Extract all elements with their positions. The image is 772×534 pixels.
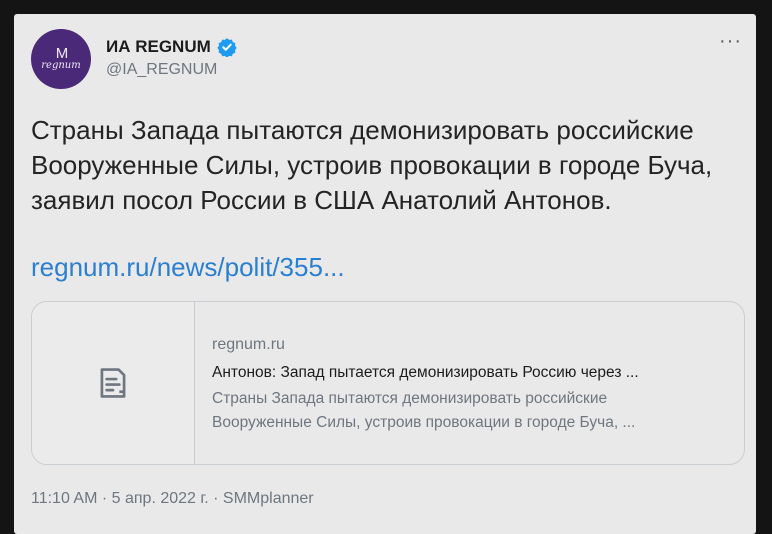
meta-separator: · bbox=[208, 490, 223, 507]
author-handle[interactable]: @IA_REGNUM bbox=[106, 61, 217, 79]
document-icon bbox=[100, 368, 126, 398]
tweet-metadata: 11:10 AM · 5 апр. 2022 г. · SMMplanner bbox=[31, 490, 314, 508]
link-preview-description-line-1: Страны Запада пытаются демонизировать ро… bbox=[212, 390, 608, 407]
regnum-logo-mark: M bbox=[55, 44, 68, 62]
tweet-date[interactable]: 5 апр. 2022 г. bbox=[112, 490, 209, 507]
tweet-link[interactable]: regnum.ru/news/polit/355... bbox=[31, 250, 345, 285]
regnum-logo-text: regnum bbox=[41, 59, 81, 71]
meta-separator: · bbox=[97, 490, 112, 507]
link-preview-description-line-2: Вооруженные Силы, устроив провокации в г… bbox=[212, 414, 636, 431]
link-preview-description: Страны Запада пытаются демонизировать ро… bbox=[212, 387, 732, 435]
tweet-card: M regnum ИА REGNUM @IA_REGNUM ··· Страны… bbox=[14, 14, 756, 534]
link-preview-thumbnail bbox=[32, 302, 195, 464]
more-options-icon[interactable]: ··· bbox=[719, 30, 742, 53]
author-name-row: ИА REGNUM bbox=[106, 37, 237, 57]
source-app[interactable]: SMMplanner bbox=[223, 490, 314, 507]
verified-badge-icon bbox=[217, 38, 237, 57]
link-preview-card[interactable]: regnum.ru Антонов: Запад пытается демони… bbox=[31, 301, 745, 465]
link-preview-domain: regnum.ru bbox=[212, 336, 285, 353]
avatar[interactable]: M regnum bbox=[31, 29, 91, 89]
tweet-time[interactable]: 11:10 AM bbox=[31, 490, 97, 507]
link-preview-title: Антонов: Запад пытается демонизировать Р… bbox=[212, 364, 639, 381]
link-preview-body: regnum.ru Антонов: Запад пытается демони… bbox=[212, 334, 732, 435]
tweet-text: Страны Запада пытаются демонизировать ро… bbox=[31, 115, 713, 215]
author-name[interactable]: ИА REGNUM bbox=[106, 37, 211, 57]
